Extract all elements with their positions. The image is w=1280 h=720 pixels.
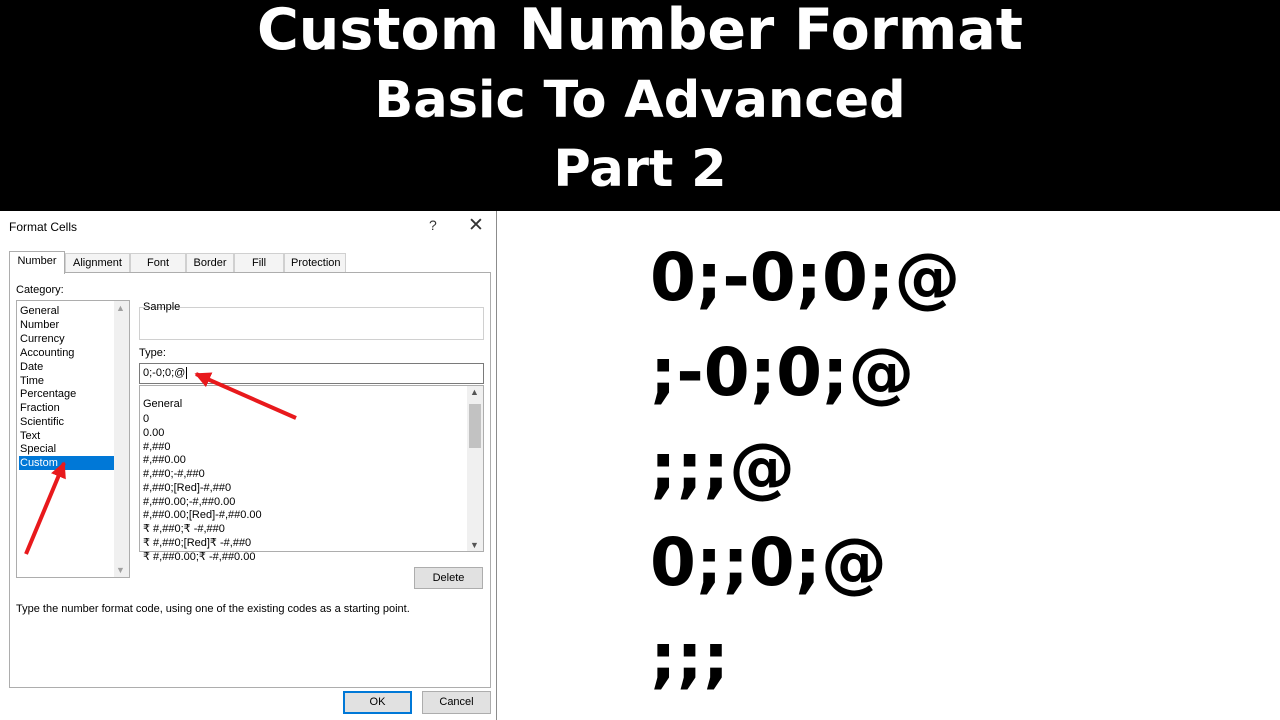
tab-font[interactable]: Font bbox=[130, 253, 186, 272]
tab-number[interactable]: Number bbox=[9, 251, 65, 274]
help-icon[interactable]: ? bbox=[429, 217, 437, 233]
format-cells-dialog: Format Cells ? ✕ Number Alignment Font B… bbox=[0, 211, 497, 720]
format-item[interactable]: #,##0 bbox=[143, 440, 171, 454]
format-item[interactable]: 0.00 bbox=[143, 426, 164, 440]
title-line-2: Basic To Advanced bbox=[374, 71, 906, 130]
sample-box bbox=[139, 307, 484, 340]
category-scientific[interactable]: Scientific bbox=[19, 415, 115, 429]
category-accounting[interactable]: Accounting bbox=[19, 346, 115, 360]
category-special[interactable]: Special bbox=[19, 442, 115, 456]
category-fraction[interactable]: Fraction bbox=[19, 401, 115, 415]
tab-protection[interactable]: Protection bbox=[284, 253, 346, 272]
hint-text: Type the number format code, using one o… bbox=[16, 603, 410, 615]
delete-button[interactable]: Delete bbox=[414, 567, 483, 589]
title-line-3: Part 2 bbox=[553, 140, 727, 199]
title-line-1: Custom Number Format bbox=[256, 0, 1024, 63]
category-scrollbar[interactable]: ▲ ▼ bbox=[114, 301, 129, 577]
category-label: Category: bbox=[16, 284, 64, 296]
type-input[interactable]: 0;-0;0;@ bbox=[139, 363, 484, 384]
category-percentage[interactable]: Percentage bbox=[19, 387, 115, 401]
category-date[interactable]: Date bbox=[19, 360, 115, 374]
code-example-5: ;;; bbox=[650, 619, 730, 696]
category-number[interactable]: Number bbox=[19, 318, 115, 332]
category-time[interactable]: Time bbox=[19, 374, 115, 388]
ok-button[interactable]: OK bbox=[343, 691, 412, 714]
format-item[interactable]: ₹ #,##0;₹ -#,##0 bbox=[143, 522, 225, 536]
format-item[interactable]: #,##0;[Red]-#,##0 bbox=[143, 481, 231, 495]
code-example-2: ;-0;0;@ bbox=[650, 334, 915, 411]
tab-alignment[interactable]: Alignment bbox=[65, 253, 130, 272]
format-item[interactable]: #,##0;-#,##0 bbox=[143, 467, 205, 481]
scroll-down-icon[interactable]: ▼ bbox=[470, 540, 479, 550]
tab-fill[interactable]: Fill bbox=[234, 253, 284, 272]
category-general[interactable]: General bbox=[19, 304, 115, 318]
close-icon[interactable]: ✕ bbox=[468, 214, 484, 237]
format-item[interactable]: #,##0.00 bbox=[143, 453, 186, 467]
format-item[interactable]: #,##0.00;-#,##0.00 bbox=[143, 495, 235, 509]
format-code-list[interactable]: General 0 0.00 #,##0 #,##0.00 #,##0;-#,#… bbox=[139, 385, 484, 563]
format-item[interactable]: ₹ #,##0.00;₹ -#,##0.00 bbox=[143, 550, 255, 564]
format-list-scrollbar[interactable]: ▲ ▼ bbox=[467, 386, 483, 551]
dialog-title: Format Cells bbox=[9, 220, 78, 234]
category-custom[interactable]: Custom bbox=[19, 456, 115, 470]
cancel-button[interactable]: Cancel bbox=[422, 691, 491, 714]
category-list[interactable]: General Number Currency Accounting Date … bbox=[16, 300, 130, 578]
code-example-1: 0;-0;0;@ bbox=[650, 239, 961, 316]
code-example-4: 0;;0;@ bbox=[650, 524, 888, 601]
scroll-up-icon[interactable]: ▲ bbox=[116, 303, 125, 313]
sample-label: Sample bbox=[143, 301, 181, 313]
format-item[interactable]: #,##0.00;[Red]-#,##0.00 bbox=[143, 508, 262, 522]
title-banner: Custom Number Format Basic To Advanced P… bbox=[0, 0, 1280, 211]
scroll-up-icon[interactable]: ▲ bbox=[470, 387, 479, 397]
scroll-down-icon[interactable]: ▼ bbox=[116, 565, 125, 575]
format-item[interactable]: General bbox=[143, 397, 182, 411]
scroll-thumb[interactable] bbox=[469, 404, 481, 448]
text-caret bbox=[186, 367, 188, 380]
type-label: Type: bbox=[139, 347, 166, 359]
tab-border[interactable]: Border bbox=[186, 253, 234, 272]
category-currency[interactable]: Currency bbox=[19, 332, 115, 346]
type-input-value: 0;-0;0;@ bbox=[143, 367, 186, 379]
format-item[interactable]: 0 bbox=[143, 412, 149, 426]
code-example-3: ;;;@ bbox=[650, 429, 796, 506]
format-item[interactable]: ₹ #,##0;[Red]₹ -#,##0 bbox=[143, 536, 251, 550]
category-text[interactable]: Text bbox=[19, 429, 115, 443]
